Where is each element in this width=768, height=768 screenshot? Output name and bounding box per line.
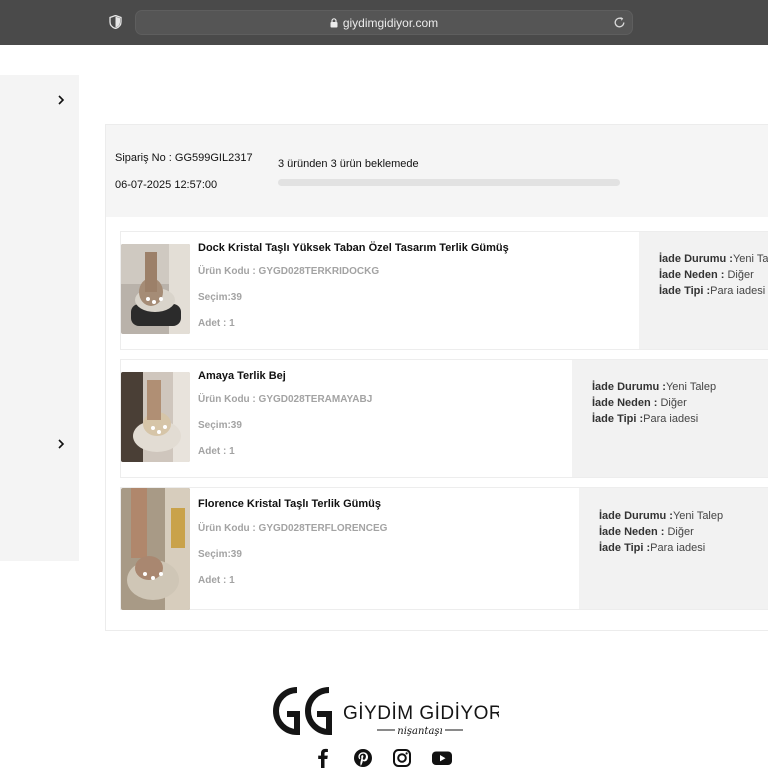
return-reason-value: Diğer — [727, 269, 754, 281]
shield-icon[interactable] — [109, 15, 122, 29]
product-selection: Seçim:39 — [198, 549, 242, 560]
product-code: Ürün Kodu : GYGD028TERAMAYABJ — [198, 394, 373, 405]
instagram-icon[interactable] — [392, 748, 412, 768]
product-image — [121, 372, 190, 462]
return-status-label: İade Durumu : — [599, 510, 673, 522]
return-reason: İade Neden : Diğer — [659, 269, 754, 281]
brand-name: GİYDİM GİDİYOR — [343, 703, 499, 724]
product-quantity: Adet : 1 — [198, 318, 235, 329]
return-reason-label: İade Neden : — [659, 269, 725, 281]
chevron-right-icon[interactable] — [57, 439, 65, 449]
order-panel: Sipariş No : GG599GIL2317 06-07-2025 12:… — [105, 124, 768, 631]
return-status-label: İade Durumu : — [592, 381, 666, 393]
return-type: İade Tipi :Para iadesi — [599, 542, 705, 554]
return-status-value: Yeni Talep — [732, 253, 768, 265]
product-title[interactable]: Amaya Terlik Bej — [198, 370, 286, 382]
brand-tagline: nişantaşı — [397, 726, 442, 737]
return-reason-value: Diğer — [667, 526, 694, 538]
product-code: Ürün Kodu : GYGD028TERFLORENCEG — [198, 523, 388, 534]
product-selection: Seçim:39 — [198, 292, 242, 303]
product-selection: Seçim:39 — [198, 420, 242, 431]
product-image — [121, 488, 190, 610]
order-item[interactable]: Florence Kristal Taşlı Terlik Gümüş Ürün… — [120, 487, 768, 610]
browser-toolbar: giydimgidiyor.com — [0, 0, 768, 45]
return-reason-label: İade Neden : — [599, 526, 665, 538]
return-type-label: İade Tipi : — [592, 413, 644, 425]
sidebar — [0, 75, 79, 561]
return-type: İade Tipi :Para iadesi — [592, 413, 698, 425]
order-date: 06-07-2025 12:57:00 — [115, 179, 218, 191]
return-type-label: İade Tipi : — [659, 285, 711, 297]
order-item[interactable]: Dock Kristal Taşlı Yüksek Taban Özel Tas… — [120, 231, 768, 350]
pinterest-icon[interactable] — [353, 748, 373, 768]
return-info: İade Durumu :Yeni Talep İade Neden : Diğ… — [572, 360, 768, 477]
product-title[interactable]: Dock Kristal Taşlı Yüksek Taban Özel Tas… — [198, 242, 509, 254]
youtube-icon[interactable] — [431, 748, 453, 768]
return-type: İade Tipi :Para iadesi — [659, 285, 765, 297]
product-quantity: Adet : 1 — [198, 575, 235, 586]
return-type-value: Para iadesi — [643, 413, 699, 425]
return-status-value: Yeni Talep — [665, 381, 717, 393]
return-reason: İade Neden : Diğer — [599, 526, 694, 538]
reload-icon[interactable] — [613, 16, 626, 29]
order-progress-bar — [278, 179, 620, 186]
return-status: İade Durumu :Yeni Talep — [592, 381, 716, 393]
order-header: Sipariş No : GG599GIL2317 06-07-2025 12:… — [106, 125, 768, 217]
product-code: Ürün Kodu : GYGD028TERKRIDOCKG — [198, 266, 380, 277]
facebook-icon[interactable] — [313, 748, 333, 768]
lock-icon — [330, 18, 338, 28]
return-reason-value: Diğer — [660, 397, 687, 409]
return-info: İade Durumu :Yeni Talep İade Neden : Diğ… — [579, 488, 768, 609]
brand-logo[interactable]: GİYDİM GİDİYOR nişantaşı — [267, 686, 499, 738]
product-image — [121, 244, 190, 334]
order-item[interactable]: Amaya Terlik Bej Ürün Kodu : GYGD028TERA… — [120, 359, 768, 478]
return-type-value: Para iadesi — [650, 542, 706, 554]
order-status: 3 üründen 3 ürün beklemede — [278, 158, 419, 170]
return-type-value: Para iadesi — [710, 285, 766, 297]
url-label: giydimgidiyor.com — [342, 16, 439, 30]
product-title[interactable]: Florence Kristal Taşlı Terlik Gümüş — [198, 498, 381, 510]
return-info: İade Durumu :Yeni Talep İade Neden : Diğ… — [639, 232, 768, 349]
return-type-label: İade Tipi : — [599, 542, 651, 554]
chevron-right-icon[interactable] — [57, 95, 65, 105]
return-reason-label: İade Neden : — [592, 397, 658, 409]
return-reason: İade Neden : Diğer — [592, 397, 687, 409]
address-bar[interactable]: giydimgidiyor.com — [135, 10, 633, 35]
product-quantity: Adet : 1 — [198, 446, 235, 457]
order-number: Sipariş No : GG599GIL2317 — [115, 152, 253, 164]
return-status: İade Durumu :Yeni Talep — [599, 510, 723, 522]
url-text: giydimgidiyor.com — [136, 16, 632, 30]
return-status-value: Yeni Talep — [672, 510, 724, 522]
return-status: İade Durumu :Yeni Talep — [659, 253, 768, 265]
return-status-label: İade Durumu : — [659, 253, 733, 265]
